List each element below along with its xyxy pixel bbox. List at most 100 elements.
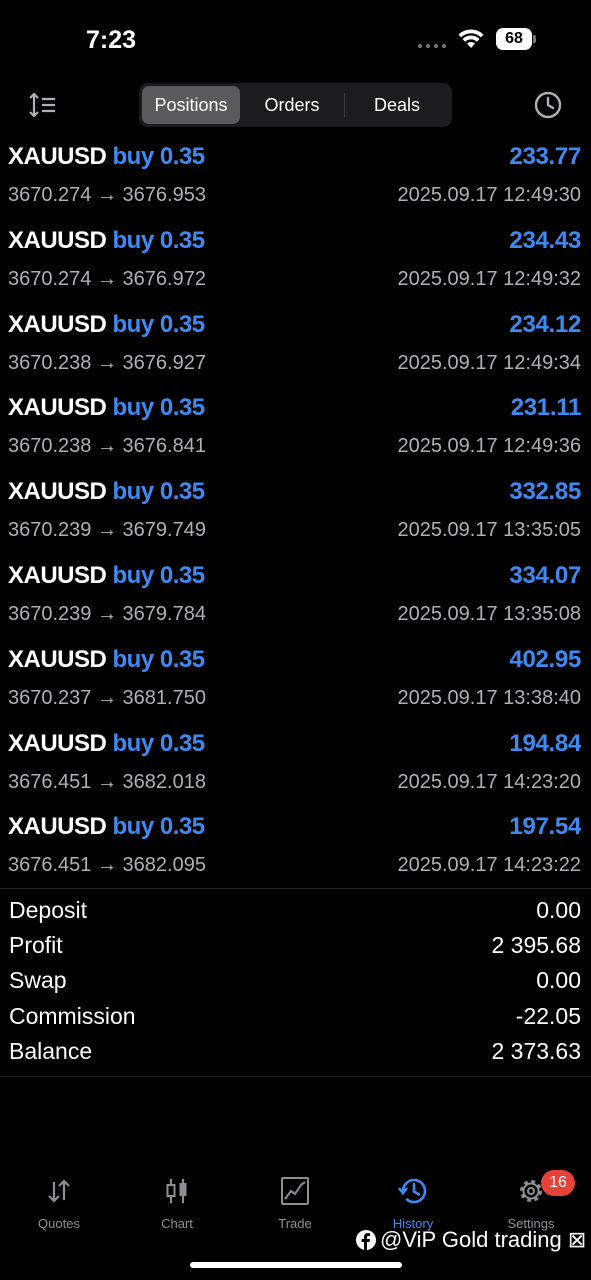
trade-icon — [281, 1177, 309, 1205]
facebook-icon — [356, 1230, 376, 1250]
home-indicator[interactable] — [190, 1262, 402, 1268]
summary-profit-row: Profit 2 395.68 — [0, 930, 591, 965]
summary-label: Balance — [9, 1037, 93, 1064]
deal-prices: 3670.239 → 3679.784 — [8, 602, 206, 625]
deal-symbol-line: XAUUSD buy 0.35 — [8, 143, 205, 171]
mt5-history-screen: 7:23 68 Positions Orders Deals XAUUSD bu… — [0, 0, 591, 1280]
deal-prices: 3670.274 → 3676.953 — [8, 184, 206, 206]
tab-positions[interactable]: Positions — [142, 86, 240, 124]
status-bar: 7:23 68 — [0, 0, 591, 80]
deal-profit: 334.07 — [509, 561, 581, 589]
settings-badge: 16 — [541, 1170, 575, 1196]
list-item[interactable]: XAUUSD buy 0.35 402.95 3670.237 → 3681.7… — [0, 643, 591, 727]
deal-symbol-line: XAUUSD buy 0.35 — [8, 813, 205, 841]
deal-symbol-line: XAUUSD buy 0.35 — [8, 730, 205, 758]
list-item[interactable]: XAUUSD buy 0.35 233.77 3670.274 → 3676.9… — [0, 140, 591, 224]
deal-time: 2025.09.17 14:23:22 — [397, 854, 581, 877]
deal-symbol-line: XAUUSD buy 0.35 — [8, 227, 205, 255]
deal-time: 2025.09.17 12:49:34 — [397, 351, 581, 374]
tab-label: Trade — [278, 1216, 312, 1231]
summary-bottom-divider — [0, 1076, 591, 1077]
summary-label: Deposit — [9, 897, 87, 923]
list-item[interactable]: XAUUSD buy 0.35 231.11 3670.238 → 3676.8… — [0, 391, 591, 475]
deal-prices: 3670.239 → 3679.749 — [8, 519, 206, 542]
list-item[interactable]: XAUUSD buy 0.35 332.85 3670.239 → 3679.7… — [0, 475, 591, 559]
tab-quotes[interactable]: Quotes — [9, 1172, 109, 1231]
deal-profit: 332.85 — [509, 478, 581, 506]
deal-side: buy 0.35 — [112, 645, 206, 673]
deal-symbol: XAUUSD — [8, 143, 107, 170]
deal-time: 2025.09.17 12:49:32 — [397, 267, 581, 290]
summary-label: Profit — [9, 932, 63, 959]
list-item[interactable]: XAUUSD buy 0.35 234.43 3670.274 → 3676.9… — [0, 224, 591, 308]
deal-profit: 194.84 — [509, 729, 581, 757]
deal-side: buy 0.35 — [112, 561, 206, 589]
deal-profit: 233.77 — [509, 143, 581, 170]
deal-profit: 231.11 — [510, 394, 582, 422]
summary-swap-row: Swap 0.00 — [0, 965, 591, 1000]
tab-deals[interactable]: Deals — [345, 86, 449, 124]
summary-value: 0.00 — [536, 967, 581, 994]
deal-symbol: XAUUSD — [8, 310, 107, 338]
deal-symbol-line: XAUUSD buy 0.35 — [8, 646, 205, 674]
deal-profit: 402.95 — [509, 645, 581, 673]
deal-prices: 3676.451 → 3682.018 — [8, 770, 206, 793]
list-item[interactable]: XAUUSD buy 0.35 334.07 3670.239 → 3679.7… — [0, 559, 591, 643]
deal-symbol: XAUUSD — [8, 394, 107, 422]
deal-time: 2025.09.17 12:49:30 — [397, 184, 581, 206]
deals-list: XAUUSD buy 0.35 233.77 3670.274 → 3676.9… — [0, 140, 591, 894]
segmented-control: Positions Orders Deals — [139, 83, 452, 127]
deal-side: buy 0.35 — [112, 394, 206, 422]
summary-label: Commission — [9, 1002, 136, 1029]
summary-value: 0.00 — [536, 897, 581, 923]
deal-time: 2025.09.17 13:38:40 — [397, 686, 581, 709]
deal-side: buy 0.35 — [112, 729, 206, 757]
tab-label: Quotes — [38, 1216, 80, 1231]
status-time: 7:23 — [86, 26, 137, 54]
deal-time: 2025.09.17 13:35:08 — [397, 602, 581, 625]
deal-symbol: XAUUSD — [8, 226, 107, 254]
deal-side: buy 0.35 — [112, 310, 206, 338]
deal-symbol: XAUUSD — [8, 478, 107, 506]
wifi-icon — [458, 29, 484, 48]
deal-side: buy 0.35 — [112, 813, 206, 841]
battery-level: 68 — [496, 28, 532, 50]
deal-symbol-line: XAUUSD buy 0.35 — [8, 562, 205, 590]
summary-value: -22.05 — [515, 1002, 581, 1029]
tab-chart[interactable]: Chart — [127, 1172, 227, 1231]
history-summary: Deposit 0.00 Profit 2 395.68 Swap 0.00 C… — [0, 895, 591, 1071]
chart-icon — [166, 1179, 187, 1203]
summary-label: Swap — [9, 967, 67, 994]
summary-deposit-row: Deposit 0.00 — [0, 895, 591, 930]
deal-prices: 3676.451 → 3682.095 — [8, 854, 206, 877]
deal-side: buy 0.35 — [112, 143, 206, 170]
clock-icon[interactable] — [532, 89, 564, 121]
history-icon — [398, 1178, 427, 1204]
list-item[interactable]: XAUUSD buy 0.35 234.12 3670.238 → 3676.9… — [0, 308, 591, 392]
deal-prices: 3670.238 → 3676.841 — [8, 435, 206, 458]
quotes-icon — [48, 1179, 70, 1203]
deal-symbol: XAUUSD — [8, 645, 107, 673]
tab-label: Chart — [161, 1216, 193, 1231]
summary-value: 2 373.63 — [491, 1037, 581, 1064]
summary-top-divider — [0, 888, 591, 889]
deal-time: 2025.09.17 12:49:36 — [397, 435, 581, 458]
tab-history[interactable]: History — [363, 1172, 463, 1231]
list-item[interactable]: XAUUSD buy 0.35 197.54 3676.451 → 3682.0… — [0, 810, 591, 894]
deal-time: 2025.09.17 14:23:20 — [397, 770, 581, 793]
deal-symbol: XAUUSD — [8, 561, 107, 589]
deal-prices: 3670.274 → 3676.972 — [8, 267, 206, 290]
signal-icon — [418, 44, 446, 48]
tab-orders[interactable]: Orders — [240, 86, 344, 124]
summary-value: 2 395.68 — [491, 932, 581, 959]
tab-trade[interactable]: Trade — [245, 1172, 345, 1231]
watermark: @ViP Gold trading ⊠ — [356, 1227, 586, 1253]
deal-side: buy 0.35 — [112, 226, 206, 254]
deal-symbol-line: XAUUSD buy 0.35 — [8, 394, 205, 422]
sort-icon[interactable] — [28, 90, 58, 120]
deal-prices: 3670.238 → 3676.927 — [8, 351, 206, 374]
deal-symbol: XAUUSD — [8, 813, 107, 841]
deal-profit: 197.54 — [509, 813, 581, 841]
deal-symbol-line: XAUUSD buy 0.35 — [8, 311, 205, 339]
list-item[interactable]: XAUUSD buy 0.35 194.84 3676.451 → 3682.0… — [0, 727, 591, 811]
